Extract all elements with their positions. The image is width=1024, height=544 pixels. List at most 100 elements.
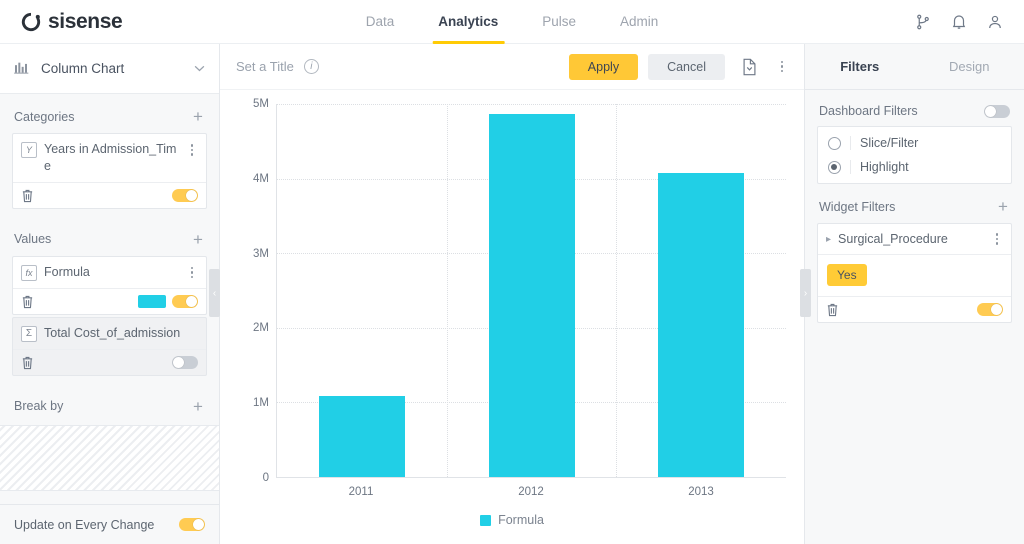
legend-label-formula[interactable]: Formula	[498, 513, 544, 527]
radio-slice-filter[interactable]	[828, 136, 841, 150]
field-visibility-toggle[interactable]	[172, 294, 198, 308]
years-badge-icon: Y	[21, 142, 37, 158]
app-body: Column Chart Categories + Y Years in Adm…	[0, 44, 1024, 544]
info-icon[interactable]: i	[303, 59, 319, 74]
divider	[0, 211, 219, 219]
field-card-total-cost-of-admission[interactable]: Σ Total Cost_of_admission	[12, 316, 207, 376]
widget-canvas: Set a Title i Apply Cancel 0 1M 2M 3M 4M…	[220, 44, 805, 544]
add-break-by-button[interactable]: +	[191, 398, 205, 415]
legend-swatch-formula	[480, 514, 492, 526]
field-name: Years in Admission_Time	[44, 142, 177, 173]
update-on-every-change-row: Update on Every Change	[0, 504, 219, 544]
add-value-button[interactable]: +	[191, 231, 205, 248]
section-values-header: Values +	[12, 219, 207, 256]
branch-icon[interactable]	[914, 13, 932, 31]
panel-sections: Categories + Y Years in Admission_Time V…	[0, 94, 219, 504]
radio-label-highlight: Highlight	[850, 160, 909, 174]
section-categories-title: Categories	[14, 109, 75, 124]
column-chart-icon	[14, 62, 29, 74]
bar-slot-2012	[447, 104, 617, 477]
series-color-swatch[interactable]	[138, 294, 166, 308]
y-tick-1m: 1M	[253, 397, 269, 410]
widget-filters-header: Widget Filters +	[817, 184, 1012, 223]
widget-filter-surgical-procedure[interactable]: ▸ Surgical_Procedure Yes	[817, 223, 1012, 323]
field-footer	[13, 348, 206, 375]
dashboard-filters-mode-card: Slice/Filter Highlight	[817, 126, 1012, 184]
sisense-app: sisense Data Analytics Pulse Admin Colum…	[0, 0, 1024, 544]
field-visibility-toggle[interactable]	[172, 188, 198, 202]
radio-row-highlight[interactable]: Highlight	[818, 155, 1011, 179]
nav-tab-admin[interactable]: Admin	[620, 0, 658, 44]
nav-right-icons	[914, 13, 1024, 31]
add-widget-filter-button[interactable]: +	[996, 198, 1010, 215]
nav-tab-pulse[interactable]: Pulse	[542, 0, 576, 44]
export-document-icon[interactable]	[741, 58, 758, 76]
trash-icon[interactable]	[826, 302, 839, 317]
dashboard-filters-title: Dashboard Filters	[819, 104, 918, 118]
widget-title-input[interactable]: Set a Title	[236, 59, 294, 74]
field-main: Y Years in Admission_Time	[13, 134, 206, 182]
section-categories-header: Categories +	[12, 96, 207, 133]
trash-icon[interactable]	[21, 188, 34, 203]
chevron-down-icon[interactable]	[194, 65, 205, 72]
update-on-every-change-toggle[interactable]	[179, 518, 205, 531]
update-on-every-change-label: Update on Every Change	[14, 517, 155, 532]
nav-tab-analytics[interactable]: Analytics	[432, 0, 505, 44]
tab-design[interactable]: Design	[915, 44, 1024, 89]
radio-row-slice-filter[interactable]: Slice/Filter	[818, 131, 1011, 155]
bar-slot-2013	[616, 104, 786, 477]
filter-enabled-toggle[interactable]	[977, 303, 1003, 316]
brand-name: sisense	[48, 9, 123, 33]
field-kebab-menu-icon[interactable]	[186, 141, 198, 156]
y-tick-2m: 2M	[253, 322, 269, 335]
field-visibility-toggle[interactable]	[172, 355, 198, 369]
formula-badge-icon: fx	[21, 264, 37, 281]
collapse-left-panel-handle[interactable]: ‹	[209, 269, 220, 317]
brand-logo[interactable]: sisense	[0, 9, 123, 34]
dashboard-filters-toggle[interactable]	[984, 104, 1010, 118]
divider	[0, 378, 219, 386]
add-category-button[interactable]: +	[191, 108, 205, 125]
section-break-by-header: Break by +	[12, 386, 207, 423]
sisense-logo-icon	[21, 12, 41, 31]
section-values-title: Values	[14, 232, 52, 247]
radio-label-slice-filter: Slice/Filter	[850, 136, 918, 150]
filter-footer	[818, 296, 1011, 322]
collapse-right-panel-handle[interactable]: ›	[800, 269, 811, 317]
filter-chip-yes[interactable]: Yes	[827, 264, 867, 286]
break-by-drop-zone[interactable]	[0, 424, 219, 491]
trash-icon[interactable]	[21, 294, 34, 309]
field-card-formula[interactable]: fx Formula	[12, 255, 207, 315]
section-break-by-title: Break by	[14, 399, 64, 414]
bar-2012[interactable]	[488, 113, 575, 477]
trash-icon[interactable]	[21, 355, 34, 370]
x-tick-2012: 2012	[518, 486, 544, 498]
filter-kebab-menu-icon[interactable]	[991, 233, 1003, 245]
apply-button[interactable]: Apply	[568, 53, 639, 80]
bar-2013[interactable]	[658, 172, 745, 477]
chart-container: 0 1M 2M 3M 4M 5M 2011 2012 2013 Formula	[220, 90, 804, 544]
radio-highlight[interactable]	[828, 160, 841, 174]
cancel-button[interactable]: Cancel	[648, 53, 725, 80]
field-card-years-in-admission-time[interactable]: Y Years in Admission_Time	[12, 133, 207, 209]
bell-icon[interactable]	[950, 13, 968, 31]
chevron-right-icon[interactable]: ▸	[826, 234, 831, 245]
sum-badge-icon: Σ	[21, 325, 37, 342]
widget-menu-icon[interactable]	[776, 60, 788, 73]
field-name: Formula	[44, 264, 90, 279]
widget-filters-title: Widget Filters	[819, 199, 896, 214]
section-values: Values + fx Formula Σ Total Cost_of_admi…	[0, 218, 219, 376]
filter-header: ▸ Surgical_Procedure	[818, 224, 1011, 255]
filter-values: Yes	[818, 255, 1011, 296]
plot-wrapper: 0 1M 2M 3M 4M 5M	[238, 98, 786, 484]
section-categories: Categories + Y Years in Admission_Time	[0, 96, 219, 209]
field-kebab-menu-icon[interactable]	[186, 264, 198, 279]
chart-type-selector[interactable]: Column Chart	[0, 44, 219, 94]
filters-panel: Filters Design Dashboard Filters Slice/F…	[800, 44, 1024, 544]
plot-area	[276, 104, 786, 478]
nav-tab-data[interactable]: Data	[366, 0, 395, 44]
bar-2011[interactable]	[318, 396, 405, 477]
y-tick-5m: 5M	[253, 98, 269, 110]
user-icon[interactable]	[986, 13, 1004, 31]
tab-filters[interactable]: Filters	[805, 44, 915, 89]
